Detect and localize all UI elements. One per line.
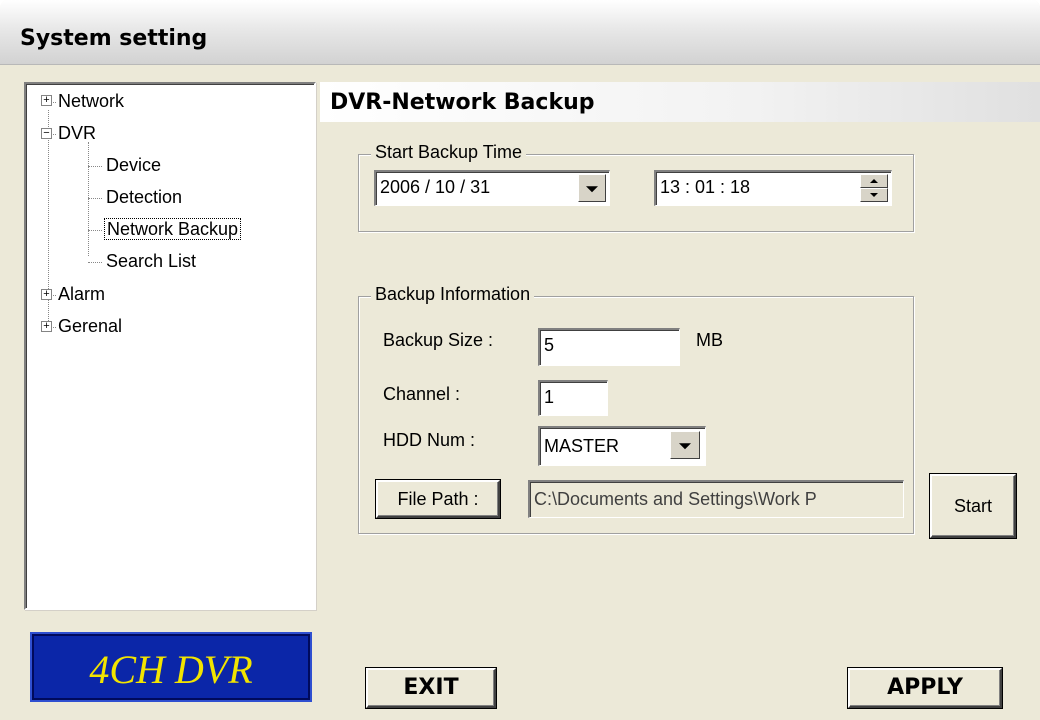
hdd-num-label: HDD Num : xyxy=(383,430,476,450)
system-setting-window: System setting + Network − DVR Device De… xyxy=(0,0,1040,720)
tree-item-label: Alarm xyxy=(58,284,106,304)
exit-button[interactable]: EXIT xyxy=(366,668,496,708)
channel-label: Channel : xyxy=(383,384,461,404)
exit-button-label: EXIT xyxy=(403,675,459,700)
date-value: 2006 / 10 / 31 xyxy=(380,177,491,197)
apply-button[interactable]: APPLY xyxy=(848,668,1002,708)
file-path-display: C:\Documents and Settings\Work P xyxy=(528,480,904,518)
time-value: 13 : 01 : 18 xyxy=(660,177,751,197)
date-dropdown-button[interactable] xyxy=(578,174,606,202)
start-button[interactable]: Start xyxy=(930,474,1016,538)
file-path-button[interactable]: File Path : xyxy=(376,480,500,518)
start-button-label: Start xyxy=(953,496,992,516)
backup-size-unit: MB xyxy=(696,330,723,350)
tree-item-device[interactable]: Device xyxy=(106,154,161,176)
backup-size-label: Backup Size : xyxy=(383,330,494,350)
window-title: System setting xyxy=(20,26,208,51)
channel-input[interactable]: 1 xyxy=(538,380,608,416)
tree-item-label: Device xyxy=(106,155,162,175)
group-label: Backup Information xyxy=(371,284,535,305)
tree-item-detection[interactable]: Detection xyxy=(106,186,182,208)
group-label: Start Backup Time xyxy=(371,142,527,163)
file-path-button-label: File Path : xyxy=(397,489,479,509)
tree-item-label: Detection xyxy=(106,187,183,207)
tree-item-label: DVR xyxy=(58,123,97,143)
tree-item-gerenal[interactable]: Gerenal xyxy=(58,315,122,337)
backup-size-input[interactable]: 5 xyxy=(538,328,680,366)
title-bar: System setting xyxy=(0,0,1040,65)
time-spinbox[interactable]: 13 : 01 : 18 xyxy=(654,170,892,206)
tree-item-network[interactable]: Network xyxy=(58,90,124,112)
hdd-num-value: MASTER xyxy=(544,436,620,456)
tree-line xyxy=(88,142,89,256)
expand-icon[interactable]: + xyxy=(41,321,52,332)
expand-icon[interactable]: + xyxy=(41,289,52,300)
spin-down-icon xyxy=(870,193,878,197)
date-combobox[interactable]: 2006 / 10 / 31 xyxy=(374,170,610,206)
tree-item-alarm[interactable]: Alarm xyxy=(58,283,105,305)
tree-line xyxy=(88,262,102,263)
chevron-down-icon xyxy=(586,186,598,193)
file-path-value: C:\Documents and Settings\Work P xyxy=(534,489,817,509)
tree-item-dvr[interactable]: DVR xyxy=(58,122,96,144)
time-spin-down-button[interactable] xyxy=(860,188,888,202)
tree-item-network-backup[interactable]: Network Backup xyxy=(104,218,242,240)
section-header: DVR-Network Backup xyxy=(320,82,1040,122)
section-title: DVR-Network Backup xyxy=(330,90,595,115)
tree-item-label: Network xyxy=(58,91,125,111)
dvr-logo: 4CH DVR xyxy=(30,632,312,702)
channel-value: 1 xyxy=(544,387,555,407)
tree-item-label: Search List xyxy=(106,251,197,271)
tree-line xyxy=(88,198,102,199)
spin-up-icon xyxy=(870,179,878,183)
tree-item-search-list[interactable]: Search List xyxy=(106,250,196,272)
backup-size-value: 5 xyxy=(544,335,555,355)
tree-item-label: Gerenal xyxy=(58,316,123,336)
tree-line xyxy=(88,230,102,231)
chevron-down-icon xyxy=(679,443,691,450)
apply-button-label: APPLY xyxy=(887,675,963,700)
time-spin-up-button[interactable] xyxy=(860,174,888,188)
collapse-icon[interactable]: − xyxy=(41,128,52,139)
hdd-dropdown-button[interactable] xyxy=(670,431,700,459)
tree-line xyxy=(88,166,102,167)
expand-icon[interactable]: + xyxy=(41,95,52,106)
settings-tree[interactable]: + Network − DVR Device Detection Network… xyxy=(24,82,316,610)
logo-text: 4CH DVR xyxy=(89,647,253,692)
tree-item-label: Network Backup xyxy=(104,218,242,240)
